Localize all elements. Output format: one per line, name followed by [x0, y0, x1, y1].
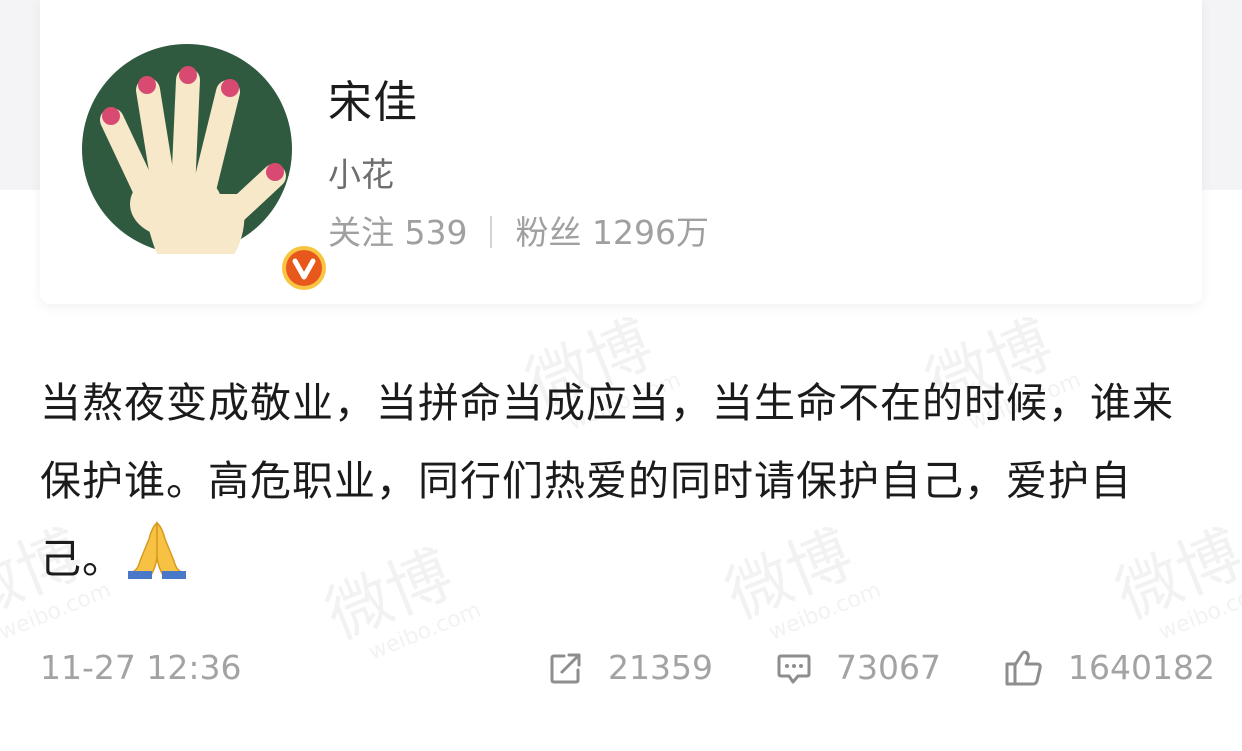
following-link[interactable]: 关注 539: [328, 213, 468, 252]
user-stats: 关注 539 粉丝 1296万: [328, 206, 709, 254]
user-subtitle: 小花: [328, 155, 394, 194]
followers-label: 粉丝: [515, 213, 582, 252]
folded-hands-icon: [126, 521, 188, 604]
hand-icon: [82, 44, 292, 254]
post-footer: 11-27 12:36 21359 73067 1640182: [40, 640, 1215, 700]
followers-count: 1296万: [592, 213, 709, 252]
verified-v-icon: [279, 243, 329, 293]
user-name[interactable]: 宋佳: [328, 66, 418, 130]
repost-button[interactable]: 21359: [548, 648, 713, 687]
like-button[interactable]: 1640182: [1004, 648, 1215, 687]
followers-link[interactable]: 粉丝 1296万: [516, 213, 709, 252]
thumbs-up-icon: [1005, 650, 1042, 685]
like-count: 1640182: [1068, 648, 1215, 687]
avatar[interactable]: [82, 44, 329, 293]
post-time: 11-27 12:36: [40, 648, 242, 687]
comment-button[interactable]: 73067: [776, 648, 941, 687]
post-text: 当熬夜变成敬业，当拼命当成应当，当生命不在的时候，谁来保护谁。高危职业，同行们热…: [40, 364, 1202, 604]
post-body: 当熬夜变成敬业，当拼命当成应当，当生命不在的时候，谁来保护谁。高危职业，同行们热…: [40, 379, 1174, 583]
verified-badge: [278, 242, 330, 294]
repost-count: 21359: [608, 648, 713, 687]
following-count: 539: [404, 213, 468, 252]
comment-icon: [777, 654, 811, 683]
comment-count: 73067: [836, 648, 941, 687]
repost-icon: [550, 653, 581, 683]
stats-divider: [489, 216, 492, 248]
profile-card[interactable]: 宋佳 小花 关注 539 粉丝 1296万: [40, 0, 1202, 304]
following-label: 关注: [328, 213, 394, 252]
